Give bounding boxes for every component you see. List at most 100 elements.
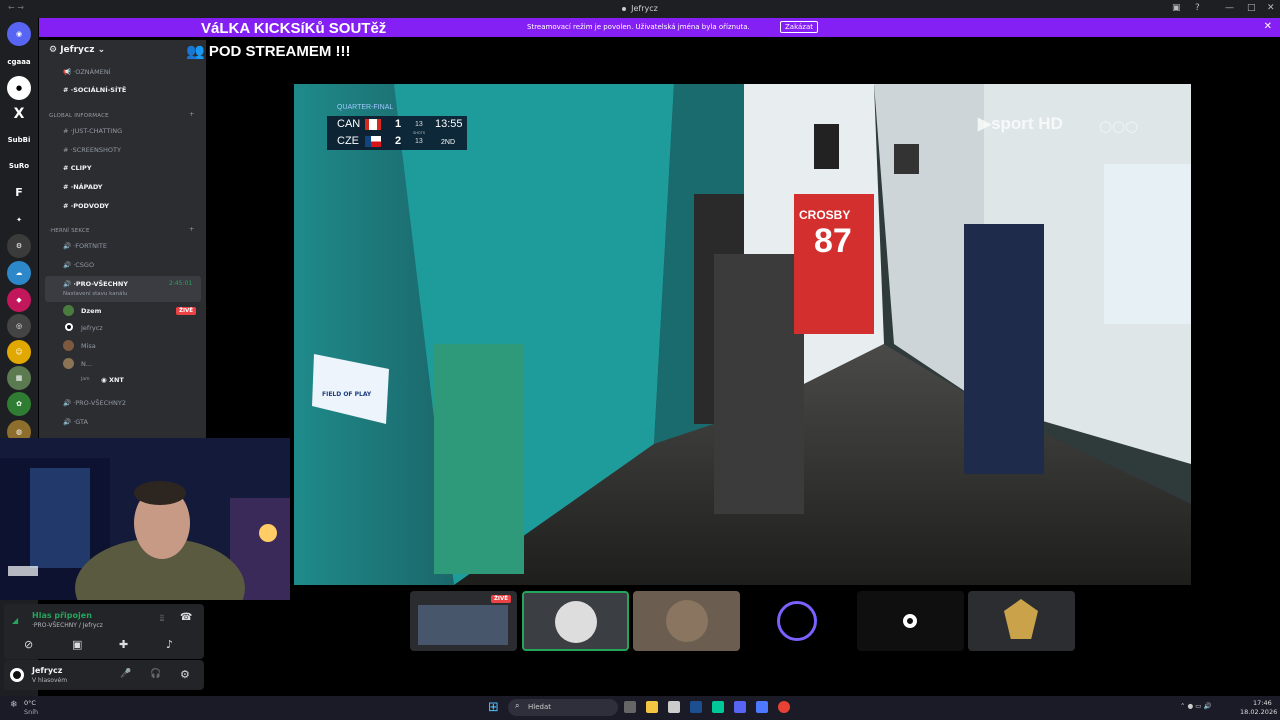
voice-status[interactable]: Hlas připojen <box>32 611 92 620</box>
channel-just-chatting[interactable]: # ·JUST-CHATTING <box>63 125 122 137</box>
voice-user[interactable]: ◉ XNT <box>101 376 124 384</box>
discord-icon[interactable] <box>734 701 746 713</box>
server-item[interactable]: ✿ <box>7 392 31 416</box>
camera-off-icon[interactable]: ⊘ <box>24 638 33 651</box>
clock-date[interactable]: 18.02.2026 <box>1240 708 1277 716</box>
server-item[interactable]: ◆ <box>7 288 31 312</box>
channel-screenshoty[interactable]: # ·SCREENSHOTY <box>63 144 121 156</box>
voice-channel-fortnite[interactable]: 🔊 ·FORTNITE <box>63 240 107 252</box>
disable-streamer-mode-button[interactable]: Zakázat <box>780 21 819 33</box>
category-herni[interactable]: ·HERNÍ SEKCE <box>49 228 90 234</box>
close-window-icon[interactable]: ✕ <box>1267 3 1275 13</box>
avatar[interactable] <box>10 668 24 682</box>
voice-user[interactable]: Misa <box>81 342 96 350</box>
notepad-icon[interactable] <box>756 701 768 713</box>
window-title: Jefrycz <box>0 4 1280 13</box>
participant-tile[interactable]: ŽIVĚ <box>410 591 517 651</box>
weather-temp[interactable]: 0°C <box>24 699 36 707</box>
windows-taskbar: ❄ 0°C Sníh ⊞ Hledat ⌕ ⌃ ● ▭ 🔊 17:46 18.0… <box>0 696 1280 720</box>
server-header[interactable]: ⚙ Jefrycz ⌄ <box>49 45 105 55</box>
discord-home-icon[interactable]: ◉ <box>7 22 31 46</box>
avatar <box>63 358 74 369</box>
participant-tile[interactable] <box>857 591 964 651</box>
settings-gear-icon[interactable]: ⚙ <box>180 668 190 681</box>
category-info[interactable]: GLOBAL INFORMACE <box>49 113 109 119</box>
tray-icons[interactable]: ⌃ ● ▭ 🔊 <box>1180 702 1212 710</box>
server-item[interactable]: ✦ <box>7 208 31 232</box>
channel-clipy[interactable]: # CLIPY <box>63 162 92 174</box>
jersey-name: CROSBY <box>799 208 851 222</box>
add-channel-icon[interactable]: + <box>189 110 194 118</box>
file-explorer-icon[interactable] <box>646 701 658 713</box>
avatar <box>903 614 917 628</box>
server-item[interactable]: SuRo <box>7 154 31 178</box>
chrome-icon[interactable] <box>778 701 790 713</box>
server-item[interactable]: SubBi <box>7 128 31 152</box>
headphones-icon[interactable]: 🎧 <box>150 669 161 679</box>
server-label: F <box>15 185 23 199</box>
server-item[interactable]: ⚙ <box>7 234 31 258</box>
participant-tile[interactable] <box>522 591 629 651</box>
channel-label: ·PRO-VŠECHNY2 <box>73 399 127 407</box>
minimize-icon[interactable]: — <box>1225 3 1234 13</box>
stream-video[interactable]: QUARTER-FINAL CAN 1 13 13:55 CZE 2 13 SH… <box>294 84 1191 585</box>
channel-label: ·JUST-CHATTING <box>70 127 123 135</box>
task-view-icon[interactable] <box>624 701 636 713</box>
channel-napady[interactable]: # ·NÁPADY <box>63 181 103 193</box>
soundboard-icon[interactable]: ♪ <box>166 638 173 651</box>
channel-socialni[interactable]: # ·SOCIÁLNÍ-SÍTĚ <box>63 84 126 96</box>
team2-shots: 13 <box>415 138 423 145</box>
avatar <box>63 305 74 316</box>
clock-time[interactable]: 17:46 <box>1253 699 1272 707</box>
server-item[interactable]: cgaaa <box>7 50 31 74</box>
server-item[interactable]: X <box>7 102 31 126</box>
speaker-icon: 🔊 <box>63 242 74 250</box>
voice-channel-pro2[interactable]: 🔊 ·PRO-VŠECHNY2 <box>63 397 126 409</box>
steam-icon[interactable] <box>690 701 702 713</box>
search-placeholder: Hledat <box>528 703 551 711</box>
username[interactable]: Jefrycz <box>32 666 62 675</box>
disconnect-icon[interactable]: ☎ <box>180 612 192 623</box>
voice-user[interactable]: Dzem <box>81 307 101 315</box>
app-icon[interactable] <box>668 701 680 713</box>
channel-status[interactable]: Nastavení stavu kanálu <box>63 291 128 297</box>
server-item[interactable]: ☁ <box>7 261 31 285</box>
voice-channel-gta[interactable]: 🔊 ·GTA <box>63 416 88 428</box>
voice-channel-csgo[interactable]: 🔊 ·CSGO <box>63 259 94 271</box>
voice-user[interactable]: N... <box>81 360 92 368</box>
activities-icon[interactable]: ✚ <box>119 638 128 651</box>
server-item[interactable]: ◎ <box>7 314 31 338</box>
close-banner-icon[interactable]: ✕ <box>1264 21 1272 32</box>
taskbar-search[interactable]: Hledat <box>508 699 618 716</box>
add-channel-icon[interactable]: + <box>189 225 194 233</box>
channel-icon: # <box>63 202 71 210</box>
participant-tile[interactable] <box>745 591 852 651</box>
voice-user-name: XNT <box>108 376 124 384</box>
participant-tile[interactable] <box>633 591 740 651</box>
microphone-icon[interactable]: 🎤 <box>120 669 131 679</box>
voice-user[interactable]: Jefrycz <box>81 324 103 332</box>
server-item[interactable]: ☺ <box>7 340 31 364</box>
team1-shots: 13 <box>415 121 423 128</box>
maximize-icon[interactable]: □ <box>1247 3 1256 13</box>
channel-icon: # <box>63 164 71 172</box>
channel-oznameni[interactable]: 📢 ·OZNÁMENÍ <box>63 66 111 78</box>
voice-channel-path[interactable]: ·PRO-VŠECHNY / Jefrycz <box>32 622 103 629</box>
chat-icon: # <box>63 127 71 135</box>
help-icon[interactable]: ? <box>1195 3 1200 13</box>
weather-icon[interactable]: ❄ <box>10 700 18 710</box>
server-item[interactable]: ▦ <box>7 366 31 390</box>
category-label: ·HERNÍ SEKCE <box>49 228 90 234</box>
participant-tile[interactable] <box>968 591 1075 651</box>
channel-podvody[interactable]: # ·PODVODY <box>63 200 109 212</box>
server-label: SubBi <box>7 136 31 144</box>
flag-canada-icon <box>365 119 381 130</box>
screen-share-icon[interactable]: ▣ <box>72 638 82 651</box>
server-item[interactable]: F <box>7 180 31 204</box>
windows-start-icon[interactable]: ⊞ <box>488 700 499 715</box>
team2-name: CZE <box>337 135 359 147</box>
noise-suppression-icon[interactable]: ⦙⦙ <box>160 614 164 624</box>
inbox-icon[interactable]: ▣ <box>1172 3 1181 13</box>
app-icon[interactable] <box>712 701 724 713</box>
server-item[interactable]: ● <box>7 76 31 100</box>
